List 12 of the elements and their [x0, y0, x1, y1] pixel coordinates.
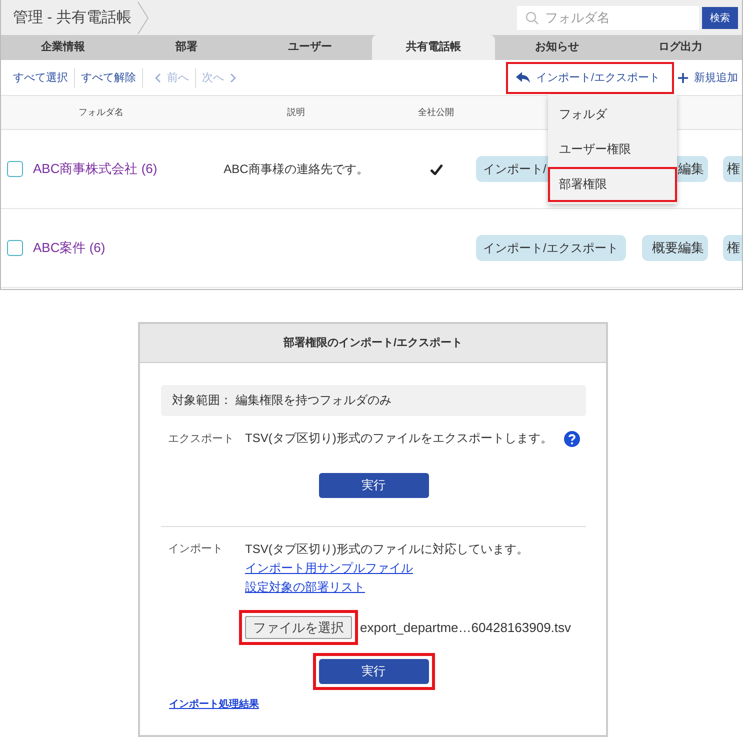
breadcrumb: 管理 - 共有電話帳 — [13, 8, 132, 27]
export-description: TSV(タブ区切り)形式のファイルをエクスポートします。 — [245, 430, 552, 447]
column-header: 説明 — [286, 106, 306, 119]
section-label: インポート — [168, 542, 224, 556]
column-header: 全社公開 — [417, 106, 455, 119]
import-description: TSV(タブ区切り)形式のファイルに対応しています。 — [245, 541, 530, 558]
description-text: ABC商事様の連絡先です。 — [224, 162, 368, 176]
scope-note: 対象範囲： 編集権限を持つフォルダのみ — [161, 385, 586, 416]
dialog-title: 部署権限のインポート/エクスポート — [140, 324, 606, 363]
column-header: フォルダ名 — [78, 106, 124, 119]
file-name: export_departme…60428163909.tsv — [360, 620, 572, 635]
section-label: エクスポート — [168, 432, 235, 446]
